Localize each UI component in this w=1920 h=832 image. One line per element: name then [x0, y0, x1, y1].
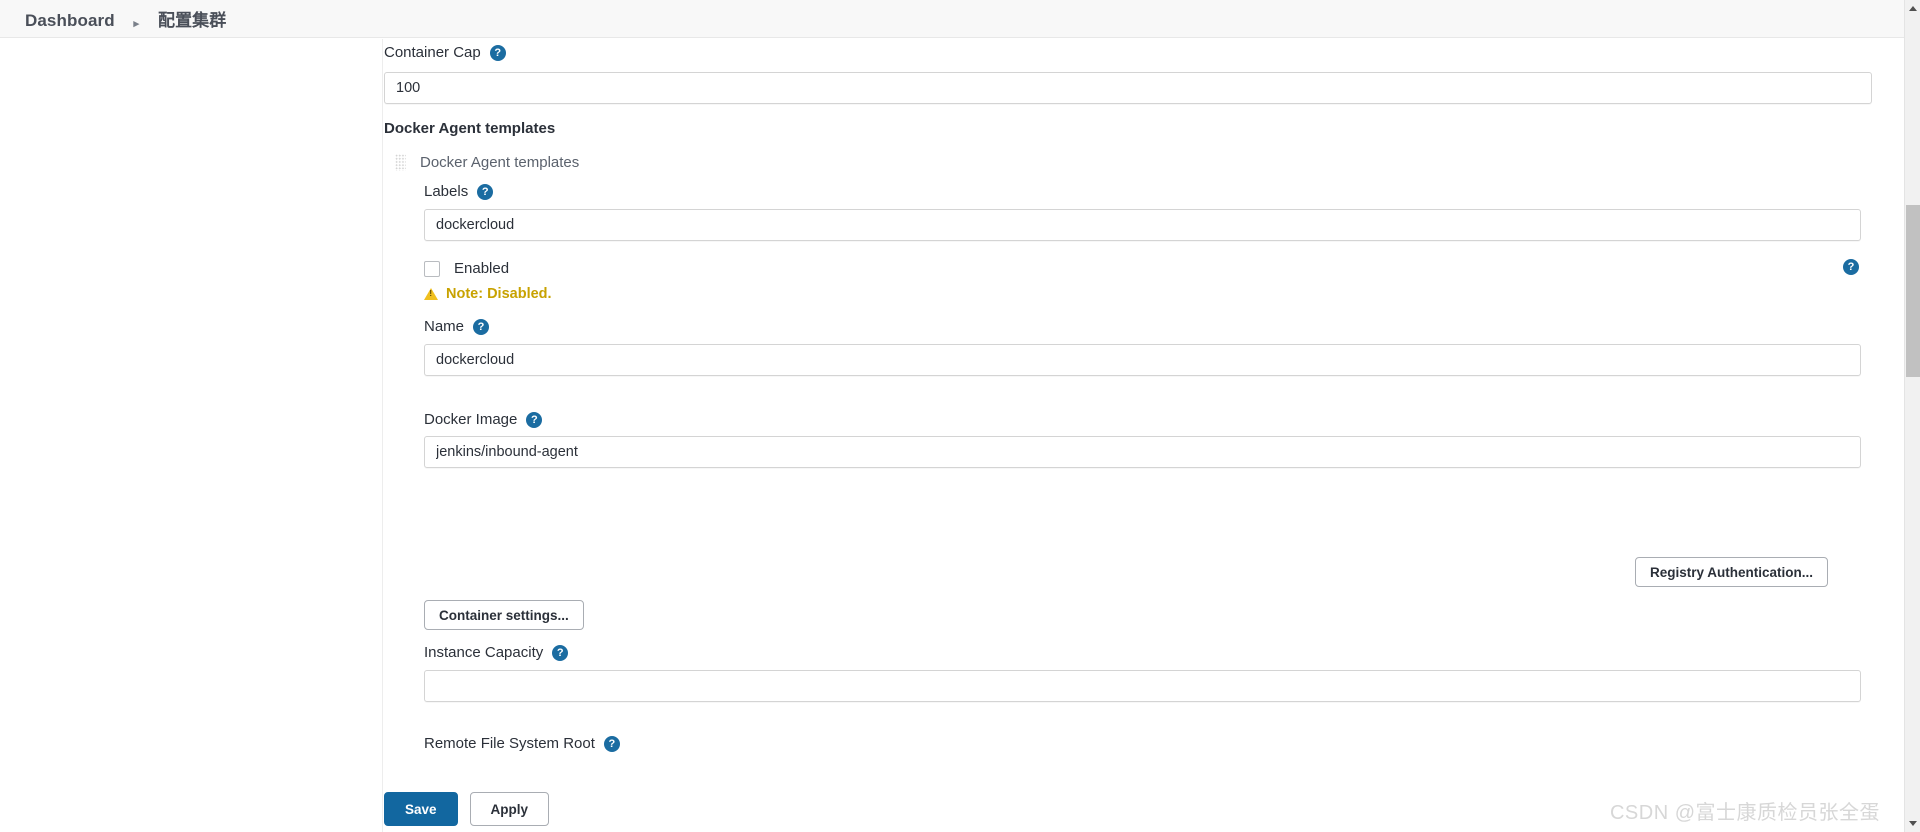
warning-triangle-icon [424, 288, 438, 300]
help-icon[interactable]: ? [603, 735, 620, 752]
help-icon[interactable]: ? [473, 318, 490, 335]
scroll-up-arrow-glyph [1909, 6, 1917, 11]
breadcrumb-current-page[interactable]: 配置集群 [158, 11, 226, 30]
chevron-down-icon[interactable] [1905, 815, 1920, 832]
labels-input[interactable] [424, 209, 1861, 241]
container-cap-label: Container Cap ? [384, 44, 506, 61]
instance-capacity-label-text: Instance Capacity [424, 644, 544, 661]
remote-file-system-root-label: Remote File System Root ? [424, 735, 620, 752]
breadcrumb: Dashboard ▸ 配置集群 [0, 6, 226, 31]
watermark-text: CSDN @富士康质检员张全蛋 [1609, 802, 1880, 824]
docker-image-input[interactable] [424, 436, 1861, 468]
container-settings-button[interactable]: Container settings... [424, 600, 584, 630]
docker-image-label: Docker Image ? [424, 411, 543, 428]
remote-file-system-root-label-text: Remote File System Root [424, 735, 595, 752]
breadcrumb-dashboard-link[interactable]: Dashboard [25, 11, 115, 30]
vertical-scrollbar[interactable] [1904, 0, 1920, 832]
save-button[interactable]: Save [384, 792, 458, 826]
chevron-up-icon[interactable] [1905, 0, 1920, 17]
name-label: Name ? [424, 318, 490, 335]
disabled-note-text: Note: Disabled. [446, 286, 552, 302]
disabled-note: Note: Disabled. [424, 286, 552, 302]
scroll-down-arrow-glyph [1909, 821, 1917, 826]
docker-agent-templates-heading: Docker Agent templates [384, 120, 556, 137]
container-cap-label-text: Container Cap [384, 44, 481, 61]
help-icon[interactable]: ? [1843, 259, 1859, 275]
top-header-bar: Dashboard ▸ 配置集群 [0, 0, 1920, 38]
scrollbar-thumb[interactable] [1906, 205, 1920, 377]
template-entry-header: Docker Agent templates [395, 154, 579, 171]
instance-capacity-input[interactable] [424, 670, 1861, 702]
help-icon[interactable]: ? [489, 44, 506, 61]
enabled-checkbox-row[interactable]: Enabled [424, 260, 509, 277]
apply-button[interactable]: Apply [469, 792, 550, 826]
help-icon[interactable]: ? [552, 644, 569, 661]
labels-label-text: Labels [424, 183, 469, 200]
container-cap-input[interactable] [384, 72, 1872, 104]
name-label-text: Name [424, 318, 465, 335]
enabled-checkbox[interactable] [424, 260, 440, 277]
main-content: Container Cap ? Docker Agent templates D… [384, 39, 1896, 832]
left-sidebar [0, 39, 383, 832]
template-entry-title: Docker Agent templates [420, 154, 580, 171]
instance-capacity-label: Instance Capacity ? [424, 644, 569, 661]
help-icon[interactable]: ? [526, 411, 543, 428]
enabled-label: Enabled [454, 260, 510, 277]
name-input[interactable] [424, 344, 1861, 376]
registry-authentication-button[interactable]: Registry Authentication... [1635, 557, 1829, 587]
labels-label: Labels ? [424, 183, 494, 200]
drag-dots-icon[interactable] [395, 154, 406, 171]
form-action-bar: Save Apply [384, 792, 550, 826]
help-icon[interactable]: ? [477, 183, 494, 200]
breadcrumb-separator-icon: ▸ [133, 18, 140, 30]
app-window: Dashboard ▸ 配置集群 Container Cap ? Docker … [0, 0, 1920, 832]
docker-image-label-text: Docker Image [424, 411, 518, 428]
